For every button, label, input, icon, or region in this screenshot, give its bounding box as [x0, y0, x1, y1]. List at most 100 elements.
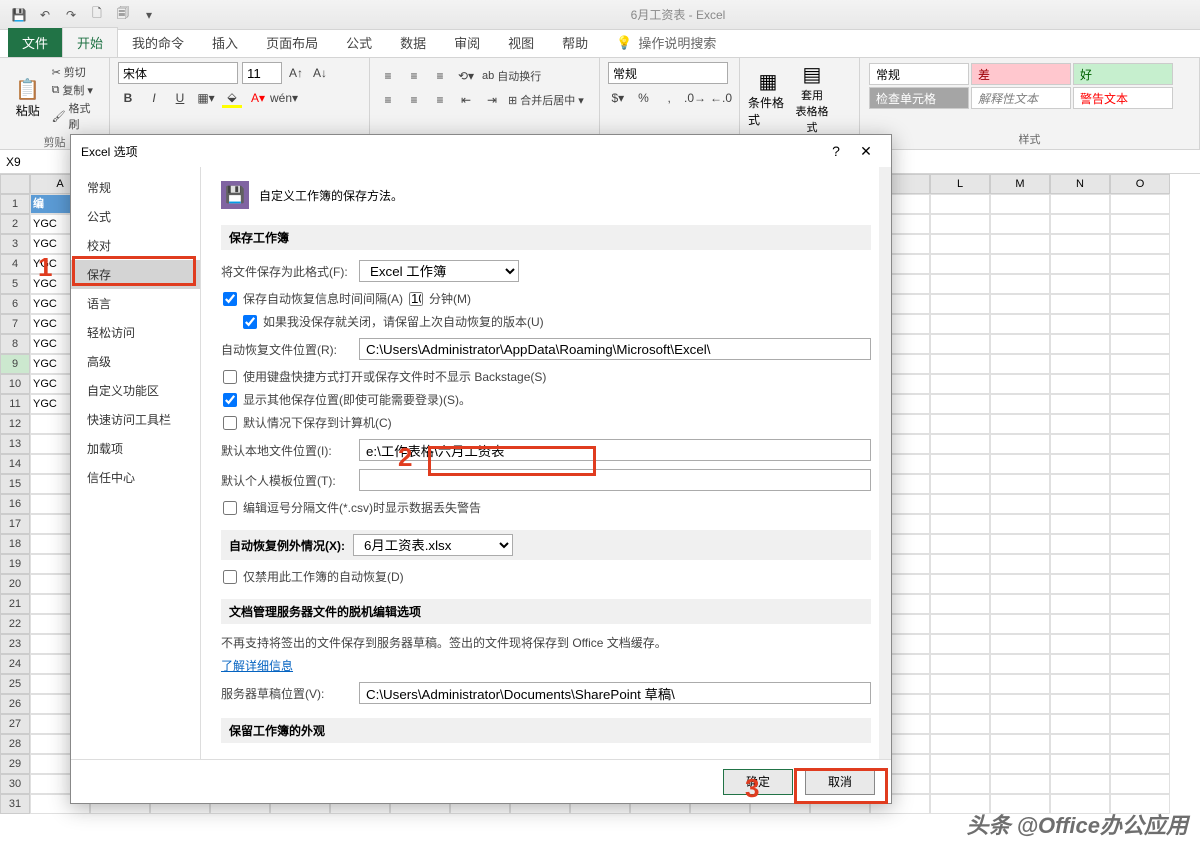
cell[interactable] — [1050, 234, 1110, 254]
bold-button[interactable]: B — [118, 88, 138, 108]
options-nav-item[interactable]: 自定义功能区 — [71, 376, 200, 405]
cell[interactable] — [1050, 474, 1110, 494]
cell[interactable] — [1110, 414, 1170, 434]
cell[interactable] — [930, 754, 990, 774]
options-nav-item[interactable]: 校对 — [71, 231, 200, 260]
cell[interactable] — [990, 194, 1050, 214]
cell[interactable] — [990, 574, 1050, 594]
merge-button[interactable]: ⊞合并后居中▾ — [508, 92, 584, 108]
options-nav-item[interactable]: 快速访问工具栏 — [71, 405, 200, 434]
row-header[interactable]: 18 — [0, 534, 30, 554]
cell[interactable] — [1110, 594, 1170, 614]
cell[interactable] — [1050, 214, 1110, 234]
ok-button[interactable]: 确定 — [723, 769, 793, 795]
cell[interactable] — [930, 574, 990, 594]
style-good[interactable]: 好 — [1073, 63, 1173, 85]
comma-button[interactable]: , — [659, 88, 679, 108]
options-nav-item[interactable]: 公式 — [71, 202, 200, 231]
cell[interactable] — [1050, 434, 1110, 454]
cell[interactable] — [930, 694, 990, 714]
style-bad[interactable]: 差 — [971, 63, 1071, 85]
cell[interactable] — [930, 414, 990, 434]
phonetic-button[interactable]: wén▾ — [274, 88, 294, 108]
row-header[interactable]: 24 — [0, 654, 30, 674]
cell[interactable] — [930, 274, 990, 294]
backstage-check[interactable] — [223, 370, 237, 384]
cell[interactable] — [1050, 354, 1110, 374]
cell[interactable] — [930, 714, 990, 734]
cell[interactable] — [1050, 554, 1110, 574]
cell[interactable] — [990, 494, 1050, 514]
autosave-check[interactable] — [223, 292, 237, 306]
cell[interactable] — [1110, 454, 1170, 474]
cell[interactable] — [990, 234, 1050, 254]
wrap-button[interactable]: ab自动换行 — [482, 68, 541, 84]
cell[interactable] — [930, 474, 990, 494]
learn-more-link[interactable]: 了解详细信息 — [221, 659, 293, 673]
cell[interactable] — [1110, 654, 1170, 674]
cell[interactable] — [990, 714, 1050, 734]
cell[interactable] — [1050, 294, 1110, 314]
cell[interactable] — [990, 314, 1050, 334]
fill-color-button[interactable]: ⬙ — [222, 88, 242, 108]
cell[interactable] — [930, 594, 990, 614]
tab-mycmd[interactable]: 我的命令 — [118, 28, 198, 57]
cell[interactable] — [990, 774, 1050, 794]
cell[interactable] — [1050, 254, 1110, 274]
number-format-select[interactable] — [608, 62, 728, 84]
options-nav-item[interactable]: 加载项 — [71, 434, 200, 463]
cell[interactable] — [930, 774, 990, 794]
cancel-button[interactable]: 取消 — [805, 769, 875, 795]
exception-file-select[interactable]: 6月工资表.xlsx — [353, 534, 513, 556]
border-button[interactable]: ▦▾ — [196, 88, 216, 108]
row-header[interactable]: 16 — [0, 494, 30, 514]
cell[interactable] — [930, 314, 990, 334]
cell[interactable] — [1050, 514, 1110, 534]
col-header[interactable]: L — [930, 174, 990, 194]
tab-formula[interactable]: 公式 — [332, 28, 386, 57]
row-header[interactable]: 3 — [0, 234, 30, 254]
cell[interactable] — [1050, 414, 1110, 434]
row-header[interactable]: 31 — [0, 794, 30, 814]
cell[interactable] — [1110, 334, 1170, 354]
qat-redo-icon[interactable]: ↷ — [62, 6, 80, 24]
cell[interactable] — [930, 294, 990, 314]
cell[interactable] — [1110, 514, 1170, 534]
font-color-button[interactable]: A▾ — [248, 88, 268, 108]
row-header[interactable]: 2 — [0, 214, 30, 234]
table-format-button[interactable]: ▤套用 表格格式 — [792, 62, 832, 135]
indent-inc-button[interactable]: ⇥ — [482, 90, 502, 110]
row-header[interactable]: 29 — [0, 754, 30, 774]
cell[interactable] — [990, 674, 1050, 694]
shrink-font-button[interactable]: A↓ — [310, 63, 330, 83]
cell[interactable] — [930, 354, 990, 374]
options-nav-item[interactable]: 常规 — [71, 173, 200, 202]
cell[interactable] — [930, 394, 990, 414]
cell[interactable] — [1110, 774, 1170, 794]
row-header[interactable]: 30 — [0, 774, 30, 794]
cell[interactable] — [930, 254, 990, 274]
cell[interactable] — [1050, 614, 1110, 634]
cell[interactable] — [1110, 234, 1170, 254]
cell[interactable] — [1050, 334, 1110, 354]
tab-tellme[interactable]: 💡 操作说明搜索 — [602, 28, 730, 57]
cell[interactable] — [990, 694, 1050, 714]
show-addl-check[interactable] — [223, 393, 237, 407]
indent-dec-button[interactable]: ⇤ — [456, 90, 476, 110]
default-loc-input[interactable] — [359, 439, 871, 461]
cell[interactable] — [1050, 574, 1110, 594]
autorecover-loc-input[interactable] — [359, 338, 871, 360]
cell[interactable] — [1110, 534, 1170, 554]
options-nav-item[interactable]: 高级 — [71, 347, 200, 376]
cell[interactable] — [1050, 734, 1110, 754]
cell[interactable] — [930, 614, 990, 634]
cell[interactable] — [1110, 734, 1170, 754]
cell[interactable] — [1110, 314, 1170, 334]
cell[interactable] — [930, 374, 990, 394]
row-header[interactable]: 11 — [0, 394, 30, 414]
percent-button[interactable]: % — [634, 88, 654, 108]
cell[interactable] — [1110, 394, 1170, 414]
font-size-select[interactable] — [242, 62, 282, 84]
cell[interactable] — [1110, 474, 1170, 494]
align-left-button[interactable]: ≡ — [378, 90, 398, 110]
